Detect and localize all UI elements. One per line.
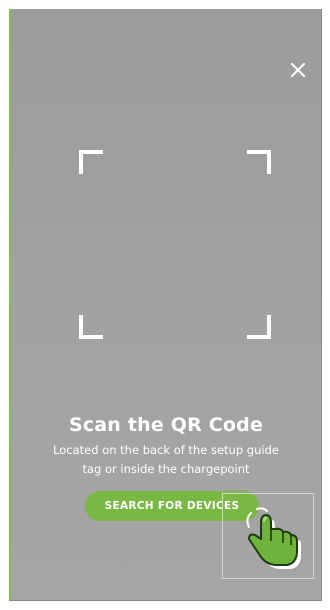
viewfinder-corner-top-right [247, 150, 271, 174]
scan-subtitle-line-2: tag or inside the chargepoint [82, 462, 250, 476]
pointing-hand-icon [239, 503, 305, 573]
viewfinder-corner-bottom-left [79, 315, 103, 339]
close-icon[interactable] [289, 61, 307, 79]
scan-subtitle-line-1: Located on the back of the setup guide [53, 443, 279, 457]
viewfinder-corner-top-left [79, 150, 103, 174]
qr-scanner-screen: Scan the QR Code Located on the back of … [9, 9, 322, 601]
scan-title: Scan the QR Code [68, 414, 264, 436]
viewfinder-corner-bottom-right [247, 315, 271, 339]
